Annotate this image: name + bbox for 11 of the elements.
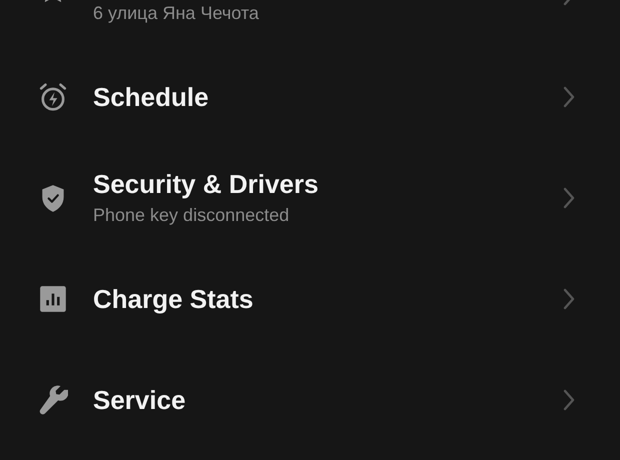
menu-item-title: Charge Stats: [93, 282, 254, 316]
menu-item-subtitle: Phone key disconnected: [93, 204, 290, 227]
menu-item[interactable]: Charge Stats: [0, 248, 620, 349]
menu-item[interactable]: 6 улица Яна Чечота: [0, 0, 620, 46]
menu-item-title: Schedule: [93, 80, 210, 114]
menu-item[interactable]: Schedule: [0, 46, 620, 147]
menu-item[interactable]: Security & Drivers Phone key disconnected: [0, 147, 620, 248]
menu-item-title: Security & Drivers: [93, 168, 320, 201]
menu-item-title: Service: [93, 384, 187, 416]
menu-item-subtitle: 6 улица Яна Чечота: [93, 2, 260, 25]
menu-item[interactable]: Service: [0, 349, 620, 450]
